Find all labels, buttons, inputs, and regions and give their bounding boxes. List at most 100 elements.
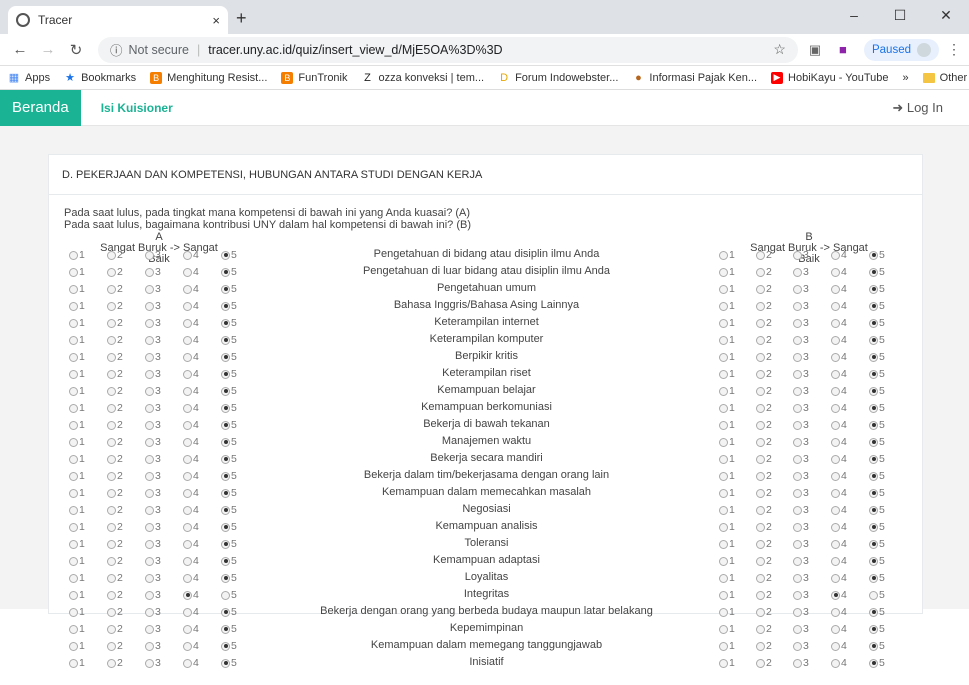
radio-button[interactable] — [107, 488, 116, 498]
close-window-icon[interactable]: ✕ — [923, 0, 969, 30]
radio-b-option[interactable]: 4 — [831, 436, 847, 448]
radio-b-option[interactable]: 3 — [793, 487, 809, 499]
radio-button[interactable] — [793, 284, 802, 294]
radio-button[interactable] — [793, 539, 802, 549]
radio-a-option[interactable]: 5 — [221, 266, 237, 278]
radio-button[interactable] — [756, 250, 765, 260]
radio-a-option[interactable]: 1 — [69, 453, 85, 465]
radio-button[interactable] — [221, 607, 230, 617]
radio-button[interactable] — [69, 471, 78, 481]
radio-button[interactable] — [869, 539, 878, 549]
radio-button[interactable] — [869, 471, 878, 481]
tab-close-icon[interactable]: × — [212, 13, 220, 28]
radio-button[interactable] — [107, 301, 116, 311]
browser-tab[interactable]: Tracer × — [8, 6, 228, 34]
radio-button[interactable] — [831, 301, 840, 311]
radio-button[interactable] — [793, 624, 802, 634]
radio-a-option[interactable]: 2 — [107, 572, 123, 584]
radio-b-option[interactable]: 5 — [869, 606, 885, 618]
radio-b-option[interactable]: 2 — [756, 436, 772, 448]
radio-a-option[interactable]: 5 — [221, 555, 237, 567]
radio-b-option[interactable]: 1 — [719, 351, 735, 363]
radio-b-option[interactable]: 4 — [831, 623, 847, 635]
radio-button[interactable] — [221, 386, 230, 396]
radio-button[interactable] — [793, 403, 802, 413]
radio-button[interactable] — [831, 488, 840, 498]
radio-button[interactable] — [145, 505, 154, 515]
radio-a-option[interactable]: 5 — [221, 317, 237, 329]
radio-button[interactable] — [69, 488, 78, 498]
radio-a-option[interactable]: 1 — [69, 640, 85, 652]
radio-button[interactable] — [869, 335, 878, 345]
radio-a-option[interactable]: 4 — [183, 555, 199, 567]
radio-b-option[interactable]: 3 — [793, 385, 809, 397]
radio-b-option[interactable]: 5 — [869, 419, 885, 431]
radio-a-option[interactable]: 1 — [69, 521, 85, 533]
radio-button[interactable] — [69, 522, 78, 532]
radio-button[interactable] — [793, 420, 802, 430]
radio-button[interactable] — [145, 301, 154, 311]
radio-b-option[interactable]: 3 — [793, 453, 809, 465]
radio-b-option[interactable]: 1 — [719, 640, 735, 652]
radio-button[interactable] — [69, 607, 78, 617]
radio-b-option[interactable]: 5 — [869, 368, 885, 380]
bookmark-star-icon[interactable]: ☆ — [773, 41, 786, 58]
radio-button[interactable] — [145, 318, 154, 328]
radio-a-option[interactable]: 5 — [221, 623, 237, 635]
radio-b-option[interactable]: 2 — [756, 266, 772, 278]
radio-button[interactable] — [756, 352, 765, 362]
radio-a-option[interactable]: 5 — [221, 606, 237, 618]
radio-button[interactable] — [69, 301, 78, 311]
radio-a-option[interactable]: 3 — [145, 487, 161, 499]
radio-a-option[interactable]: 3 — [145, 521, 161, 533]
radio-b-option[interactable]: 1 — [719, 657, 735, 669]
radio-button[interactable] — [221, 488, 230, 498]
profile-paused-button[interactable]: Paused — [863, 38, 939, 61]
radio-a-option[interactable]: 2 — [107, 436, 123, 448]
radio-button[interactable] — [69, 267, 78, 277]
radio-b-option[interactable]: 2 — [756, 249, 772, 261]
radio-button[interactable] — [107, 658, 116, 668]
other-bookmarks-button[interactable]: Other bookmarks — [940, 72, 969, 84]
radio-a-option[interactable]: 4 — [183, 385, 199, 397]
radio-button[interactable] — [869, 641, 878, 651]
radio-button[interactable] — [719, 607, 728, 617]
radio-button[interactable] — [183, 522, 192, 532]
radio-a-option[interactable]: 3 — [145, 385, 161, 397]
radio-b-option[interactable]: 5 — [869, 623, 885, 635]
radio-a-option[interactable]: 1 — [69, 436, 85, 448]
radio-button[interactable] — [793, 641, 802, 651]
radio-button[interactable] — [793, 505, 802, 515]
more-menu-icon[interactable]: ⋮ — [947, 41, 961, 58]
radio-b-option[interactable]: 2 — [756, 368, 772, 380]
radio-button[interactable] — [719, 352, 728, 362]
radio-a-option[interactable]: 4 — [183, 640, 199, 652]
radio-a-option[interactable]: 2 — [107, 453, 123, 465]
radio-a-option[interactable]: 4 — [183, 436, 199, 448]
radio-a-option[interactable]: 5 — [221, 334, 237, 346]
radio-button[interactable] — [719, 335, 728, 345]
radio-button[interactable] — [69, 352, 78, 362]
radio-a-option[interactable]: 3 — [145, 436, 161, 448]
radio-a-option[interactable]: 5 — [221, 453, 237, 465]
radio-b-option[interactable]: 5 — [869, 385, 885, 397]
radio-button[interactable] — [107, 437, 116, 447]
radio-button[interactable] — [793, 556, 802, 566]
radio-button[interactable] — [221, 471, 230, 481]
radio-b-option[interactable]: 1 — [719, 385, 735, 397]
radio-a-option[interactable]: 5 — [221, 249, 237, 261]
radio-button[interactable] — [869, 267, 878, 277]
radio-b-option[interactable]: 2 — [756, 504, 772, 516]
radio-button[interactable] — [183, 250, 192, 260]
radio-button[interactable] — [756, 522, 765, 532]
radio-button[interactable] — [183, 369, 192, 379]
radio-b-option[interactable]: 5 — [869, 334, 885, 346]
radio-button[interactable] — [183, 267, 192, 277]
radio-a-option[interactable]: 4 — [183, 300, 199, 312]
radio-b-option[interactable]: 2 — [756, 657, 772, 669]
radio-b-option[interactable]: 4 — [831, 487, 847, 499]
radio-b-option[interactable]: 1 — [719, 487, 735, 499]
radio-button[interactable] — [756, 454, 765, 464]
radio-button[interactable] — [69, 284, 78, 294]
radio-button[interactable] — [831, 658, 840, 668]
